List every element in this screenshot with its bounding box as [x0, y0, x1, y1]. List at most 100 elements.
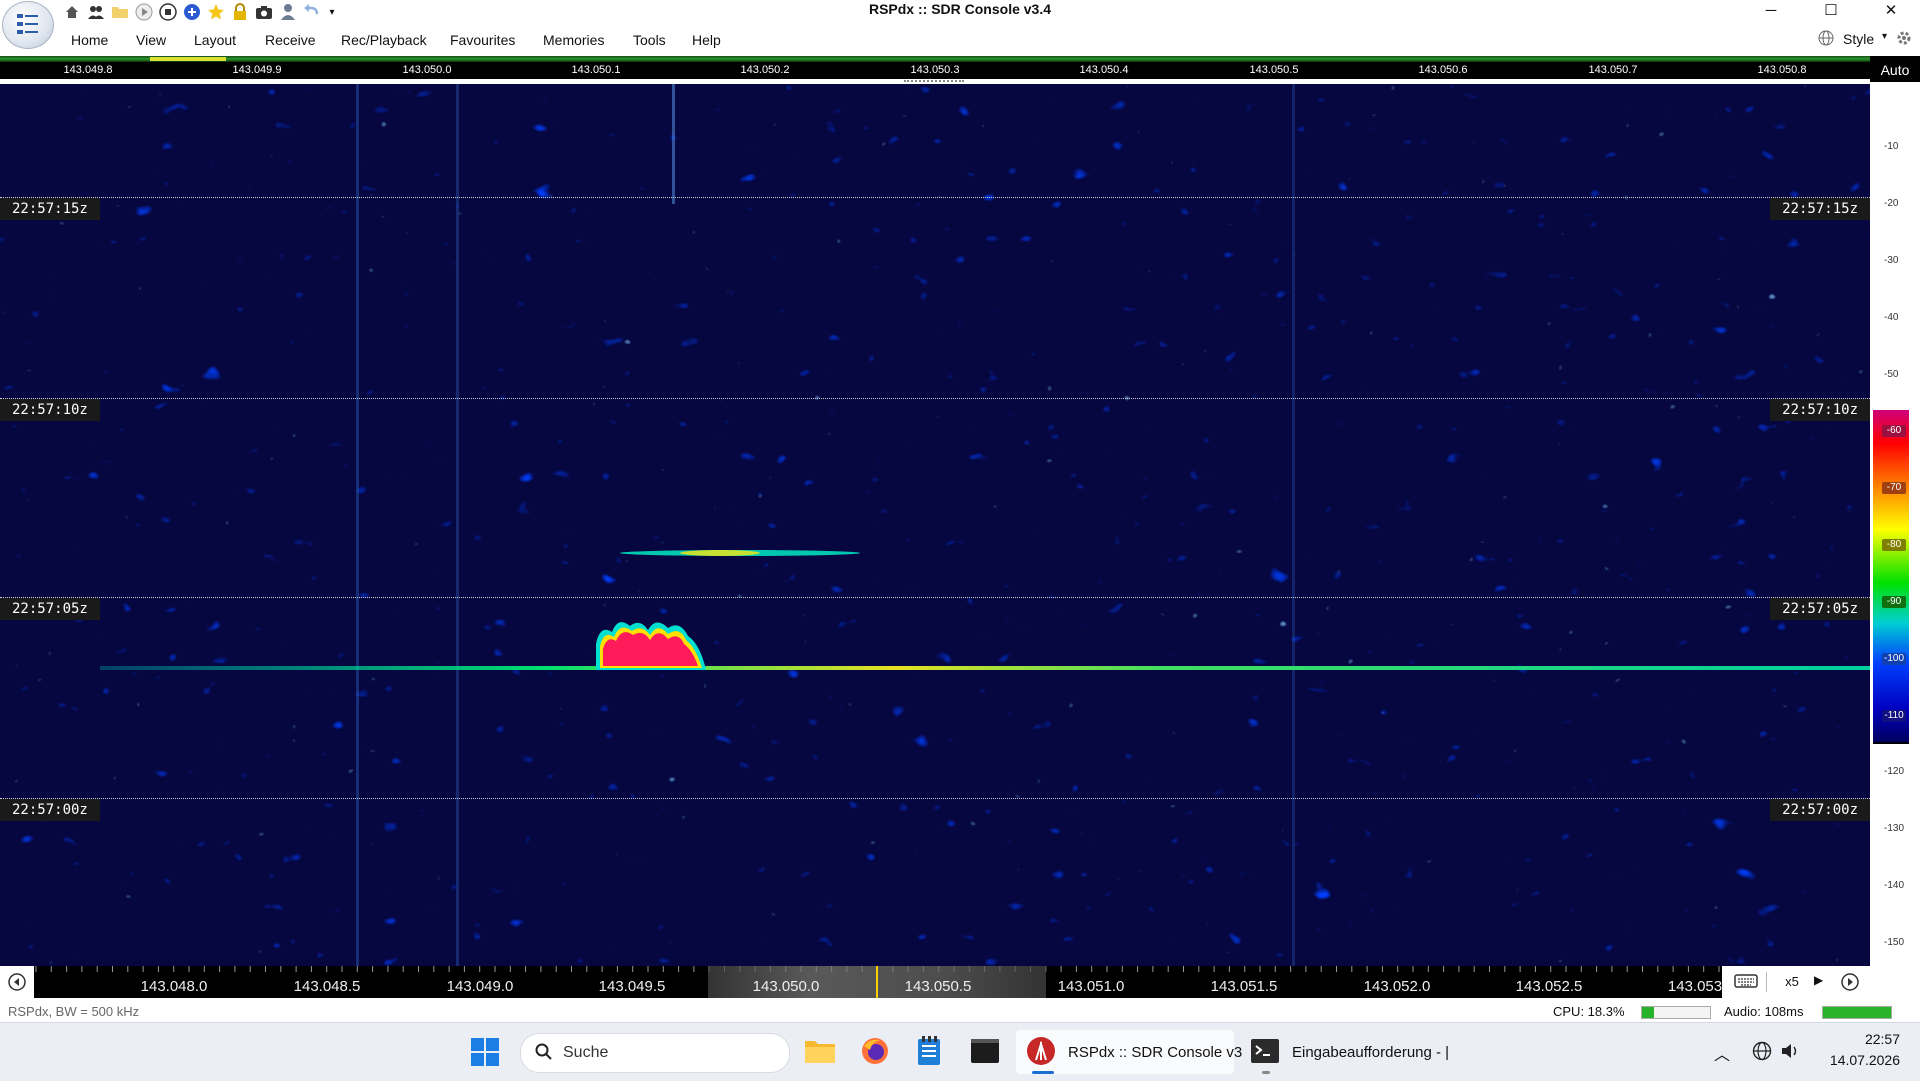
volume-icon[interactable]	[1780, 1041, 1800, 1064]
tray-overflow-icon[interactable]: ︿	[1714, 1041, 1730, 1065]
ruler-tick: 143.049.9	[232, 64, 282, 76]
taskbar: Suche RSPdx :: SDR Console v3 Eingabeauf…	[0, 1022, 1920, 1081]
color-scale-floor-line	[1873, 742, 1909, 744]
search-placeholder: Suche	[563, 1044, 609, 1061]
menu-favourites[interactable]: Favourites	[450, 32, 515, 48]
level-indicator-marker	[150, 57, 226, 61]
app-menu-icon	[17, 14, 38, 34]
firefox-icon[interactable]	[860, 1036, 890, 1069]
db-tick: -150	[1884, 937, 1905, 948]
style-dropdown[interactable]: Style	[1843, 31, 1874, 47]
db-tick: -110	[1882, 710, 1906, 722]
tuned-frequency-marker[interactable]	[876, 966, 878, 998]
keyboard-icon[interactable]	[1734, 972, 1758, 993]
timestamp-right: 22:57:05z	[1770, 598, 1870, 620]
ruler-tick: 143.050.4	[1079, 64, 1129, 76]
search-icon	[535, 1043, 553, 1064]
scale-label: 143.050.0	[752, 978, 820, 995]
timestamp-left: 22:57:00z	[0, 799, 100, 821]
menu-help[interactable]: Help	[692, 32, 721, 48]
color-scale-bar[interactable]	[1873, 410, 1909, 742]
audio-meter	[1822, 1006, 1892, 1019]
network-icon[interactable]	[1752, 1041, 1772, 1064]
active-indicator	[1032, 1071, 1054, 1074]
taskbar-app-label: RSPdx :: SDR Console v3	[1068, 1043, 1243, 1061]
start-button[interactable]	[470, 1037, 500, 1070]
chevron-down-icon[interactable]: ▾	[1882, 31, 1887, 42]
ruler-tick: 143.050.5	[1249, 64, 1299, 76]
globe-icon	[1818, 30, 1834, 49]
auto-button[interactable]: Auto	[1872, 60, 1918, 80]
db-tick: -80	[1882, 539, 1906, 551]
timestamp-right: 22:57:00z	[1770, 799, 1870, 821]
gear-icon[interactable]	[1895, 29, 1913, 50]
db-tick: -140	[1884, 880, 1905, 891]
scale-label: 143.051.0	[1057, 978, 1125, 995]
menu-tools[interactable]: Tools	[633, 32, 666, 48]
clock-time[interactable]: 22:57	[1820, 1031, 1900, 1047]
timestamp-left: 22:57:15z	[0, 198, 100, 220]
app-menu-button[interactable]	[2, 1, 54, 49]
taskbar-app-cmd[interactable]: Eingabeaufforderung - |	[1240, 1030, 1460, 1074]
close-button[interactable]: ✕	[1868, 0, 1914, 20]
time-divider	[0, 798, 1870, 799]
zoom-selector[interactable]: x5	[1766, 972, 1817, 992]
scale-label: 143.051.5	[1210, 978, 1278, 995]
minimize-button[interactable]: ─	[1748, 0, 1794, 20]
sdr-console-icon	[1026, 1036, 1056, 1069]
chevron-right-icon[interactable]: ▶	[1814, 973, 1823, 987]
waterfall-noise	[0, 84, 1870, 966]
menu-receive[interactable]: Receive	[265, 32, 316, 48]
ruler-tick: 143.050.0	[402, 64, 452, 76]
taskbar-search[interactable]: Suche	[520, 1033, 790, 1073]
clock-date[interactable]: 14.07.2026	[1810, 1052, 1900, 1068]
db-tick: -130	[1884, 823, 1905, 834]
ruler-tick: 143.049.8	[63, 64, 113, 76]
timestamp-left: 22:57:05z	[0, 598, 100, 620]
timestamp-right: 22:57:15z	[1770, 198, 1870, 220]
terminal-icon[interactable]	[970, 1037, 1000, 1068]
scale-label: 143.049.5	[598, 978, 666, 995]
menu-home[interactable]: Home	[71, 32, 108, 48]
db-tick: -90	[1882, 596, 1906, 608]
db-tick: -120	[1884, 766, 1905, 777]
scroll-left-icon	[8, 973, 26, 991]
db-tick: -70	[1882, 482, 1906, 494]
db-tick: -60	[1882, 425, 1906, 437]
db-tick: -30	[1884, 255, 1899, 266]
db-tick: -100	[1882, 653, 1906, 665]
db-tick: -40	[1884, 312, 1899, 323]
time-divider	[0, 398, 1870, 399]
file-explorer-icon[interactable]	[804, 1037, 836, 1068]
notepad-icon[interactable]	[916, 1036, 942, 1069]
window-title: RSPdx :: SDR Console v3.4	[868, 1, 1052, 17]
taskbar-app-label: Eingabeaufforderung - |	[1292, 1043, 1450, 1061]
menu-rec-playback[interactable]: Rec/Playback	[341, 32, 427, 48]
ruler-tick: 143.050.3	[910, 64, 960, 76]
frequency-ruler[interactable]: 143.049.8 143.049.9 143.050.0 143.050.1 …	[0, 62, 1870, 79]
scale-label: 143.052.0	[1363, 978, 1431, 995]
menu-layout[interactable]: Layout	[194, 32, 236, 48]
scale-controls: x5 ▶	[1722, 966, 1870, 998]
db-tick: -10	[1884, 141, 1899, 152]
status-bar: RSPdx, BW = 500 kHz CPU: 18.3% Audio: 10…	[0, 1000, 1920, 1022]
bandwidth-status: RSPdx, BW = 500 kHz	[8, 1004, 140, 1019]
menu-view[interactable]: View	[136, 32, 166, 48]
ruler-tick: 143.050.7	[1588, 64, 1638, 76]
scroll-left-button[interactable]	[0, 966, 34, 998]
cmd-icon	[1250, 1038, 1280, 1067]
db-tick: -20	[1884, 198, 1899, 209]
cpu-status: CPU: 18.3%	[1553, 1004, 1625, 1019]
taskbar-app-sdr-console[interactable]: RSPdx :: SDR Console v3	[1016, 1030, 1242, 1074]
audio-status: Audio: 108ms	[1724, 1004, 1804, 1019]
menu-memories[interactable]: Memories	[543, 32, 604, 48]
ruler-tick: 143.050.6	[1418, 64, 1468, 76]
scale-label: 143.048.0	[140, 978, 208, 995]
timestamp-right: 22:57:10z	[1770, 399, 1870, 421]
waterfall-display[interactable]: 22:57:15z 22:57:15z 22:57:10z 22:57:10z …	[0, 84, 1870, 966]
scale-label: 143.050.5	[904, 978, 972, 995]
maximize-button[interactable]: ☐	[1808, 0, 1854, 20]
timestamp-left: 22:57:10z	[0, 399, 100, 421]
running-indicator	[1262, 1071, 1270, 1074]
scroll-right-button[interactable]	[1840, 972, 1860, 995]
